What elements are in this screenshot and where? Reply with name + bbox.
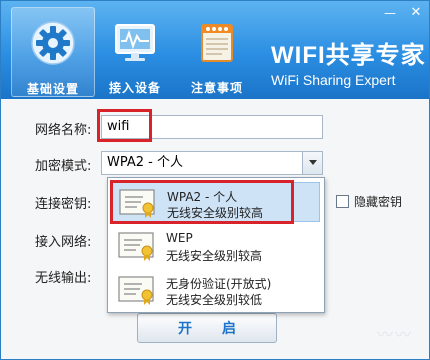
key-label: 连接密钥: <box>35 197 92 212</box>
brand: WIFI共享专家 WiFi Sharing Expert <box>271 35 426 88</box>
option-desc: 无线安全级别较低 <box>166 293 263 307</box>
app-window: — ✕ 基础设置 接入设备 注意事项 WIFI共享专家 WiFi Sharing… <box>0 0 430 360</box>
wireless-output-label: 无线输出: <box>35 271 92 286</box>
option-desc: 无线安全级别较高 <box>166 249 263 263</box>
tab-label: 基础设置 <box>26 82 79 96</box>
start-button-char-2: 启 <box>222 321 236 337</box>
brand-subtitle: WiFi Sharing Expert <box>271 72 396 88</box>
start-button-char-1: 开 <box>178 321 192 337</box>
gear-icon <box>30 20 76 70</box>
watermark-decoration: 〰〰 <box>376 325 413 344</box>
tab-notes[interactable]: 注意事项 <box>175 7 259 97</box>
chevron-down-icon[interactable] <box>302 152 322 174</box>
dropdown-option-open[interactable]: 无身份验证(开放式) 无线安全级别较低 <box>112 270 320 310</box>
hide-key-checkbox[interactable] <box>336 195 349 208</box>
encryption-label: 加密模式: <box>35 159 92 174</box>
highlight-box <box>97 109 152 142</box>
encryption-dropdown-list: WPA2 - 个人 无线安全级别较高 WEP 无线安全级别较高 无身份验证(开放… <box>107 177 325 313</box>
encryption-select[interactable]: WPA2 - 个人 <box>101 151 323 175</box>
certificate-icon <box>118 231 156 261</box>
option-name: 无身份验证(开放式) <box>166 277 272 291</box>
brand-title: WIFI共享专家 <box>271 42 426 69</box>
hide-key-toggle[interactable]: 隐藏密钥 <box>336 193 402 210</box>
dropdown-option-wep[interactable]: WEP 无线安全级别较高 <box>112 226 320 266</box>
header-bar: — ✕ 基础设置 接入设备 注意事项 WIFI共享专家 WiFi Sharing… <box>1 1 429 99</box>
tab-basic-settings[interactable]: 基础设置 <box>11 7 95 97</box>
access-network-label: 接入网络: <box>35 235 92 250</box>
highlight-box <box>110 180 294 224</box>
certificate-icon <box>118 275 156 305</box>
hide-key-label: 隐藏密钥 <box>354 195 403 209</box>
close-button[interactable]: ✕ <box>405 5 427 21</box>
encryption-value: WPA2 - 个人 <box>107 155 183 170</box>
minimize-button[interactable]: — <box>379 5 401 21</box>
tab-label: 接入设备 <box>108 81 161 95</box>
tab-label: 注意事项 <box>190 81 243 95</box>
network-name-label: 网络名称: <box>35 123 92 138</box>
start-button[interactable]: 开 启 <box>137 313 277 343</box>
window-controls: — ✕ <box>379 5 427 21</box>
tab-connected-devices[interactable]: 接入设备 <box>93 7 177 97</box>
monitor-chart-icon <box>112 19 158 69</box>
notepad-icon <box>194 19 240 69</box>
option-name: WEP <box>166 231 193 245</box>
